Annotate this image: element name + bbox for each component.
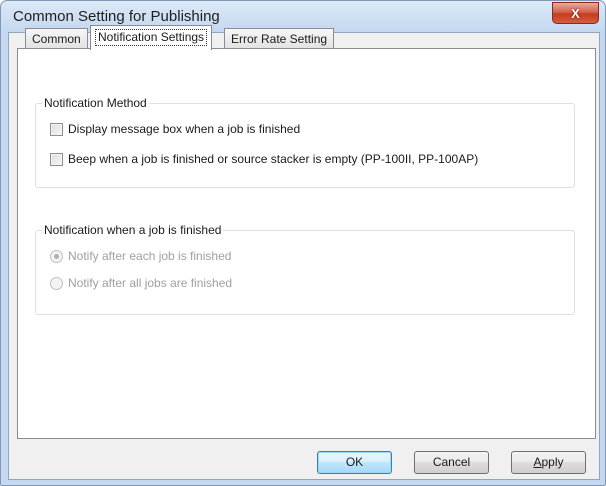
beep-checkbox[interactable]	[50, 152, 63, 166]
apply-button[interactable]: Apply	[511, 451, 586, 474]
notify-all-jobs-radio[interactable]	[50, 276, 63, 290]
group-title: Notification when a job is finished	[42, 223, 224, 237]
radio-label: Notify after each job is finished	[68, 249, 232, 263]
notify-each-job-radio-row[interactable]: Notify after each job is finished	[50, 249, 231, 263]
radio-label: Notify after all jobs are finished	[68, 276, 233, 290]
tab-panel: Notification Method Display message box …	[17, 48, 596, 439]
close-icon: X	[571, 5, 580, 21]
dialog-window: Common Setting for Publishing X Common N…	[0, 0, 606, 486]
tab-label: Notification Settings	[95, 29, 208, 46]
window-title: Common Setting for Publishing	[13, 8, 220, 25]
ok-button[interactable]: OK	[317, 451, 392, 474]
apply-label: pply	[541, 455, 564, 469]
checkbox-label: Display message box when a job is finish…	[68, 122, 301, 136]
tab-label: Common	[32, 32, 81, 46]
tab-error-rate-setting[interactable]: Error Rate Setting	[224, 28, 335, 49]
ok-label: OK	[345, 455, 364, 469]
display-message-box-checkbox-row[interactable]: Display message box when a job is finish…	[50, 122, 300, 136]
tab-label: Error Rate Setting	[231, 32, 328, 46]
beep-checkbox-row[interactable]: Beep when a job is finished or source st…	[50, 152, 478, 166]
checkbox-label: Beep when a job is finished or source st…	[68, 152, 479, 166]
notification-when-group: Notification when a job is finished Noti…	[35, 223, 575, 315]
notification-method-group: Notification Method Display message box …	[35, 96, 575, 188]
close-button[interactable]: X	[552, 2, 599, 24]
display-message-box-checkbox[interactable]	[50, 122, 63, 136]
notify-all-jobs-radio-row[interactable]: Notify after all jobs are finished	[50, 276, 232, 290]
tab-notification-settings[interactable]: Notification Settings	[90, 25, 213, 50]
cancel-button[interactable]: Cancel	[414, 451, 489, 474]
notify-each-job-radio[interactable]	[50, 249, 63, 263]
apply-mnemonic: A	[533, 455, 542, 469]
tab-common[interactable]: Common	[25, 28, 88, 49]
cancel-label: Cancel	[432, 455, 471, 469]
group-title: Notification Method	[42, 96, 149, 110]
